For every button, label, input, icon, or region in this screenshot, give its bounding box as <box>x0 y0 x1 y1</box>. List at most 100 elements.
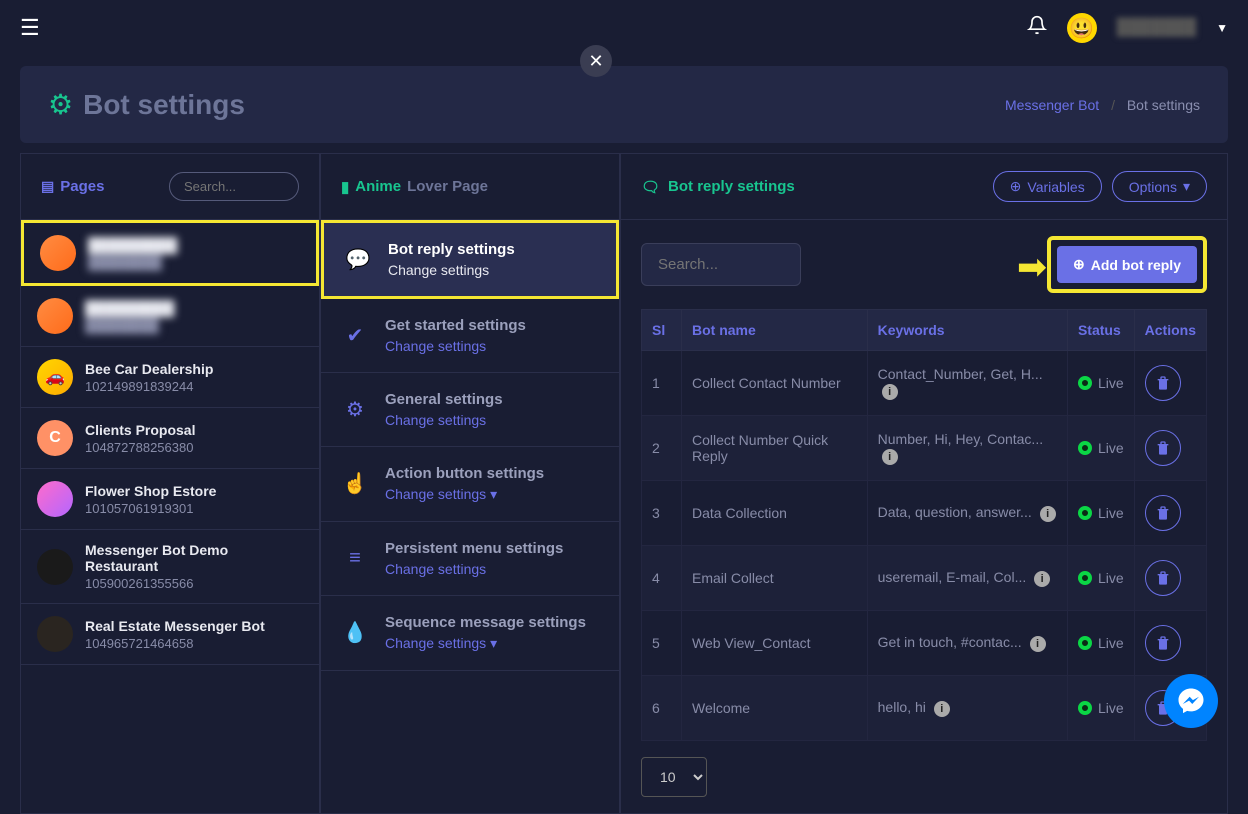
th-keywords[interactable]: Keywords <box>867 310 1067 351</box>
close-icon[interactable]: ✕ <box>580 45 612 77</box>
options-button[interactable]: Options ▾ <box>1112 171 1207 202</box>
pages-icon: ▤ <box>41 178 54 195</box>
page-id: 104965721464658 <box>85 636 265 651</box>
hamburger-icon[interactable]: ☰ <box>20 15 40 41</box>
cell-name: Web View_Contact <box>682 611 868 676</box>
setting-title: Bot reply settings <box>388 241 515 258</box>
page-avatar <box>37 616 73 652</box>
setting-item[interactable]: ☝ Action button settings Change settings… <box>321 447 619 522</box>
cell-actions <box>1134 611 1206 676</box>
page-avatar: 🚗 <box>37 359 73 395</box>
breadcrumb-link[interactable]: Messenger Bot <box>1005 97 1099 113</box>
messenger-fab[interactable] <box>1164 674 1218 728</box>
setting-link[interactable]: Change settings ▾ <box>385 486 544 503</box>
info-icon[interactable]: i <box>1034 571 1050 587</box>
cell-sl: 6 <box>642 676 682 741</box>
setting-item[interactable]: 💬 Bot reply settings Change settings <box>321 220 619 299</box>
setting-link[interactable]: Change settings <box>385 561 563 577</box>
setting-item[interactable]: 💧 Sequence message settings Change setti… <box>321 596 619 671</box>
row-action-button[interactable] <box>1145 625 1181 661</box>
setting-icon: 💧 <box>341 618 369 646</box>
sidebar-page-item[interactable]: Messenger Bot Demo Restaurant 1059002613… <box>21 530 319 604</box>
page-id: ████████ <box>85 318 174 333</box>
bell-icon[interactable] <box>1027 15 1047 41</box>
page-name: █████████ <box>85 300 174 316</box>
sidebar-page-item[interactable]: █████████ ████████ <box>21 286 319 347</box>
setting-title: Action button settings <box>385 465 544 482</box>
row-action-button[interactable] <box>1145 495 1181 531</box>
plus-circle-icon: ⊕ <box>1010 178 1022 195</box>
reply-search-input[interactable] <box>641 243 801 286</box>
sidebar-page-item[interactable]: C Clients Proposal 104872788256380 <box>21 408 319 469</box>
page-id: 101057061919301 <box>85 501 216 516</box>
user-dropdown-caret[interactable]: ▼ <box>1216 21 1228 35</box>
cell-status: Live <box>1067 416 1134 481</box>
setting-link[interactable]: Change settings <box>385 338 526 354</box>
table-row: 6 Welcome hello, hi i Live <box>642 676 1207 741</box>
setting-link[interactable]: Change settings ▾ <box>385 635 586 652</box>
row-action-button[interactable] <box>1145 560 1181 596</box>
variables-button[interactable]: ⊕ Variables <box>993 171 1102 202</box>
cell-sl: 4 <box>642 546 682 611</box>
setting-icon: ⚙ <box>341 395 369 423</box>
sidebar-page-item[interactable]: 🚗 Bee Car Dealership 102149891839244 <box>21 347 319 408</box>
status-dot-icon <box>1078 441 1092 455</box>
th-name[interactable]: Bot name <box>682 310 868 351</box>
setting-link[interactable]: Change settings <box>385 412 503 428</box>
highlight-arrow: ➡ <box>1017 246 1047 288</box>
cell-name: Collect Contact Number <box>682 351 868 416</box>
th-actions[interactable]: Actions <box>1134 310 1206 351</box>
cell-actions <box>1134 351 1206 416</box>
table-row: 5 Web View_Contact Get in touch, #contac… <box>642 611 1207 676</box>
cell-name: Data Collection <box>682 481 868 546</box>
add-bot-reply-button[interactable]: ⊕ Add bot reply <box>1057 246 1197 283</box>
info-icon[interactable]: i <box>934 701 950 717</box>
info-icon[interactable]: i <box>882 449 898 465</box>
page-avatar <box>37 481 73 517</box>
cell-status: Live <box>1067 546 1134 611</box>
cell-status: Live <box>1067 676 1134 741</box>
setting-icon: ≡ <box>341 544 369 572</box>
pages-search-input[interactable] <box>169 172 299 201</box>
page-avatar <box>37 298 73 334</box>
status-dot-icon <box>1078 636 1092 650</box>
status-dot-icon <box>1078 701 1092 715</box>
status-dot-icon <box>1078 376 1092 390</box>
setting-item[interactable]: ✔ Get started settings Change settings <box>321 299 619 373</box>
row-action-button[interactable] <box>1145 365 1181 401</box>
setting-title: Sequence message settings <box>385 614 586 631</box>
row-action-button[interactable] <box>1145 430 1181 466</box>
cell-sl: 2 <box>642 416 682 481</box>
cell-status: Live <box>1067 351 1134 416</box>
setting-icon: 💬 <box>344 245 372 273</box>
status-dot-icon <box>1078 506 1092 520</box>
setting-icon: ✔ <box>341 321 369 349</box>
page-avatar <box>40 235 76 271</box>
page-id: 102149891839244 <box>85 379 213 394</box>
th-sl[interactable]: Sl <box>642 310 682 351</box>
page-name: █████████ <box>88 237 177 253</box>
table-row: 1 Collect Contact Number Contact_Number,… <box>642 351 1207 416</box>
cell-actions <box>1134 546 1206 611</box>
page-size-select[interactable]: 10 <box>641 757 707 797</box>
sidebar-page-item[interactable]: █████████ ████████ <box>21 220 319 286</box>
setting-link[interactable]: Change settings <box>388 262 515 278</box>
th-status[interactable]: Status <box>1067 310 1134 351</box>
setting-title: Persistent menu settings <box>385 540 563 557</box>
info-icon[interactable]: i <box>1030 636 1046 652</box>
cell-name: Email Collect <box>682 546 868 611</box>
setting-item[interactable]: ⚙ General settings Change settings <box>321 373 619 447</box>
gears-icon: ⚙ <box>48 88 73 121</box>
breadcrumb-current: Bot settings <box>1127 97 1200 113</box>
pages-label: ▤ Pages <box>41 178 104 195</box>
cell-actions <box>1134 481 1206 546</box>
sidebar-page-item[interactable]: Flower Shop Estore 101057061919301 <box>21 469 319 530</box>
info-icon[interactable]: i <box>1040 506 1056 522</box>
add-bot-reply-highlight: ⊕ Add bot reply <box>1047 236 1207 293</box>
setting-item[interactable]: ≡ Persistent menu settings Change settin… <box>321 522 619 596</box>
breadcrumb: Messenger Bot / Bot settings <box>1005 97 1200 113</box>
cell-keywords: hello, hi i <box>867 676 1067 741</box>
info-icon[interactable]: i <box>882 384 898 400</box>
sidebar-page-item[interactable]: Real Estate Messenger Bot 10496572146465… <box>21 604 319 665</box>
table-row: 4 Email Collect useremail, E-mail, Col..… <box>642 546 1207 611</box>
